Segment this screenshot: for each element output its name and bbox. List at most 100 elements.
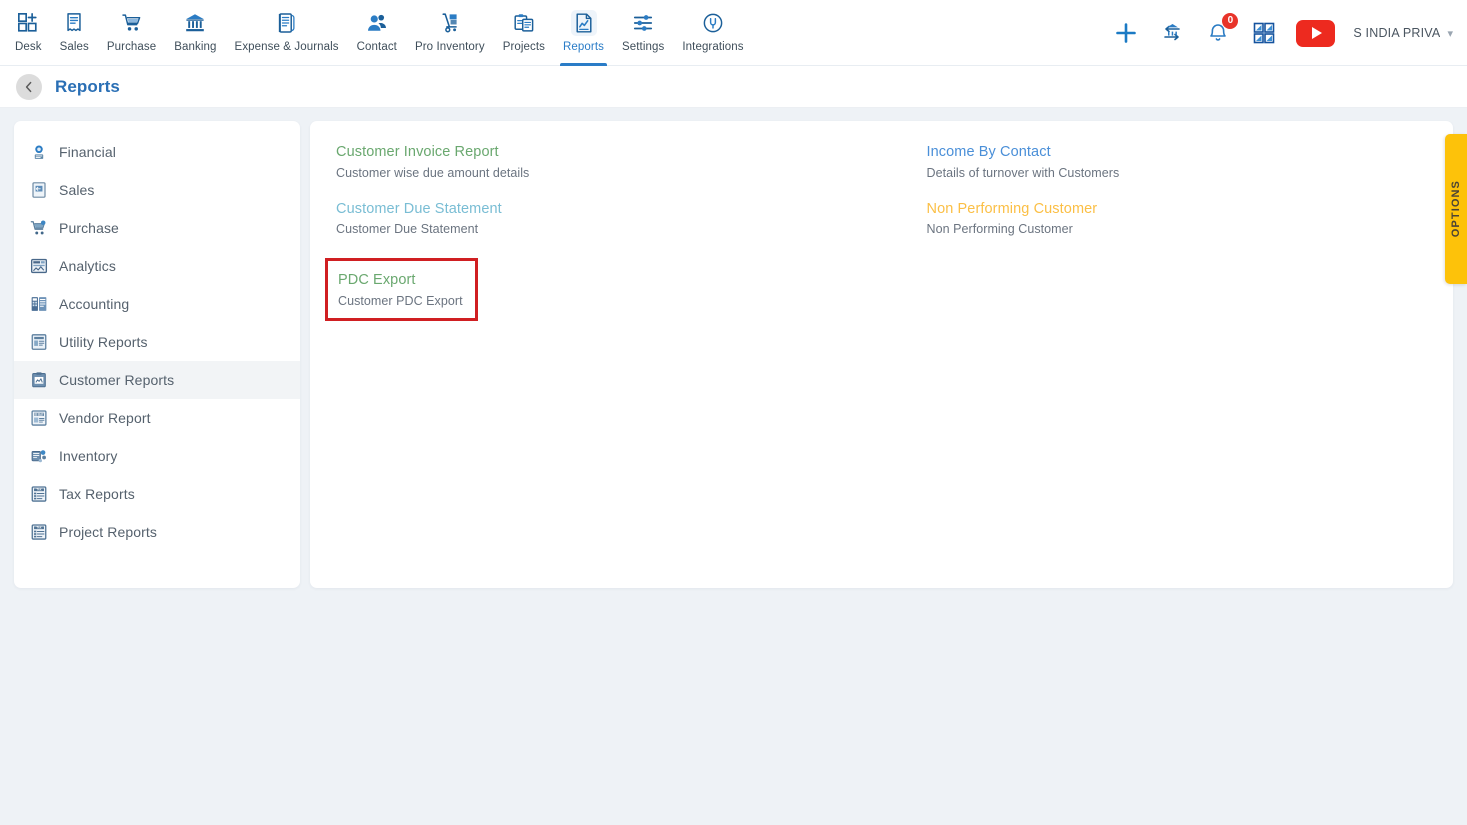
shopping-cart-icon — [119, 10, 145, 36]
customer-reports-icon — [30, 371, 48, 389]
sidebar-item-label: Financial — [59, 144, 116, 160]
vendor-report-icon — [30, 409, 48, 427]
report-description: Customer PDC Export — [338, 293, 463, 308]
sidebar-item-label: Tax Reports — [59, 486, 135, 502]
sidebar-item-tax-reports[interactable]: TAX Tax Reports — [14, 475, 300, 513]
sidebar-item-financial[interactable]: Financial — [14, 133, 300, 171]
nav-item-contact[interactable]: Contact — [348, 0, 406, 66]
accounting-icon — [30, 295, 48, 313]
report-column-left: Customer Invoice Report Customer wise due… — [325, 143, 882, 329]
sidebar-item-label: Purchase — [59, 220, 119, 236]
nav-item-label: Integrations — [682, 41, 744, 53]
options-side-tab[interactable]: OPTIONS — [1445, 134, 1467, 284]
sidebar-item-label: Accounting — [59, 296, 130, 312]
sidebar-item-analytics[interactable]: Analytics — [14, 247, 300, 285]
purchase-cart-icon — [30, 219, 48, 237]
nav-item-desk[interactable]: Desk — [6, 0, 51, 66]
sidebar-item-label: Vendor Report — [59, 410, 151, 426]
analytics-icon — [30, 257, 48, 275]
page-title: Reports — [55, 76, 120, 96]
chevron-left-icon — [25, 81, 32, 92]
notifications-button[interactable]: 0 — [1204, 13, 1239, 47]
report-description: Customer wise due amount details — [336, 165, 530, 180]
sidebar-item-label: Utility Reports — [59, 334, 148, 350]
report-link[interactable]: Customer Due Statement — [336, 200, 502, 220]
report-entry: Non Performing Customer Non Performing Cu… — [927, 200, 1098, 237]
nav-item-label: Projects — [502, 41, 546, 53]
nav-item-label: Banking — [174, 41, 217, 53]
sidebar-item-label: Project Reports — [59, 524, 157, 540]
report-chart-icon — [570, 10, 597, 36]
bank-transfer-icon — [1164, 24, 1180, 41]
sidebar-item-label: Customer Reports — [59, 372, 175, 388]
nav-item-label: Settings — [622, 41, 665, 53]
clipboard-projects-icon — [511, 10, 537, 36]
receipt-icon — [61, 10, 87, 36]
bank-transfer-button[interactable] — [1158, 19, 1186, 47]
back-button[interactable] — [16, 73, 42, 100]
report-description: Customer Due Statement — [336, 222, 479, 237]
sidebar-item-accounting[interactable]: Accounting — [14, 285, 300, 323]
video-tutorial-button[interactable] — [1296, 19, 1336, 47]
svg-text:TAX: TAX — [37, 526, 42, 530]
report-link[interactable]: Income By Contact — [927, 143, 1120, 163]
nav-item-reports[interactable]: Reports — [554, 0, 613, 66]
add-new-button[interactable] — [1112, 19, 1140, 47]
options-tab-label: OPTIONS — [1450, 180, 1462, 238]
nav-item-sales[interactable]: Sales — [51, 0, 98, 66]
nav-item-label: Desk — [15, 41, 42, 53]
notification-count-badge: 0 — [1222, 13, 1239, 29]
top-navigation-bar: Desk Sales Purchase Banking Expense & Journa… — [0, 0, 1467, 66]
chevron-down-icon: ▾ — [1447, 27, 1453, 40]
grid-apps-icon — [1254, 22, 1275, 44]
journal-book-icon — [274, 10, 300, 36]
svg-text:TAX: TAX — [37, 488, 42, 492]
nav-item-label: Contact — [356, 41, 397, 53]
sidebar-item-vendor-report[interactable]: Vendor Report — [14, 399, 300, 437]
nav-item-projects[interactable]: Projects — [494, 0, 554, 66]
sidebar-item-label: Sales — [59, 182, 95, 198]
nav-item-integrations[interactable]: Integrations — [673, 0, 752, 66]
report-description: Details of turnover with Customers — [926, 165, 1120, 180]
report-link[interactable]: Non Performing Customer — [927, 200, 1098, 220]
people-icon — [364, 10, 390, 36]
nav-item-banking[interactable]: Banking — [165, 0, 225, 66]
apps-grid-button[interactable] — [1250, 19, 1278, 47]
reports-list-panel: Customer Invoice Report Customer wise due… — [310, 121, 1453, 588]
project-reports-icon: TAX — [30, 523, 48, 541]
company-name-label: S INDIA PRIVA — [1353, 26, 1441, 40]
report-link[interactable]: Customer Invoice Report — [336, 143, 529, 163]
plus-icon — [1116, 23, 1137, 43]
nav-item-label: Pro Inventory — [414, 41, 485, 53]
sidebar-item-utility-reports[interactable]: Utility Reports — [14, 323, 300, 361]
financial-icon — [30, 143, 48, 161]
company-selector[interactable]: S INDIA PRIVA ▾ — [1353, 26, 1453, 40]
sidebar-item-sales[interactable]: Sales — [14, 171, 300, 209]
nav-item-pro-inventory[interactable]: Pro Inventory — [406, 0, 494, 66]
report-column-right: Income By Contact Details of turnover wit… — [882, 143, 1432, 329]
sidebar-item-project-reports[interactable]: TAX Project Reports — [14, 513, 300, 551]
hand-truck-icon — [437, 10, 463, 36]
report-link[interactable]: PDC Export — [338, 271, 463, 291]
report-entry: Customer Invoice Report Customer wise due… — [336, 143, 529, 180]
nav-item-label: Reports — [563, 41, 604, 53]
sales-doc-icon — [30, 181, 48, 199]
page-content: Financial Sales Purchase Analytics Accountin… — [0, 108, 1467, 825]
sidebar-item-customer-reports[interactable]: Customer Reports — [14, 361, 300, 399]
utility-reports-icon — [30, 333, 48, 351]
nav-item-label: Purchase — [106, 41, 157, 53]
report-columns: Customer Invoice Report Customer wise due… — [325, 143, 1432, 329]
nav-items-container: Desk Sales Purchase Banking Expense & Journa… — [0, 0, 753, 66]
sidebar-item-purchase[interactable]: Purchase — [14, 209, 300, 247]
bank-icon — [182, 10, 208, 36]
report-entry: Customer Due Statement Customer Due State… — [336, 200, 502, 237]
nav-item-settings[interactable]: Settings — [613, 0, 673, 66]
nav-item-purchase[interactable]: Purchase — [98, 0, 165, 66]
dashboard-add-icon — [15, 10, 41, 36]
report-entry: Income By Contact Details of turnover wit… — [927, 143, 1120, 180]
nav-item-label: Expense & Journals — [234, 41, 339, 53]
nav-item-expense-journals[interactable]: Expense & Journals — [226, 0, 348, 66]
nav-right-actions: 0 S INDIA PRIVA ▾ — [1112, 0, 1467, 66]
youtube-play-icon — [1311, 27, 1322, 39]
sidebar-item-inventory[interactable]: Inventory — [14, 437, 300, 475]
